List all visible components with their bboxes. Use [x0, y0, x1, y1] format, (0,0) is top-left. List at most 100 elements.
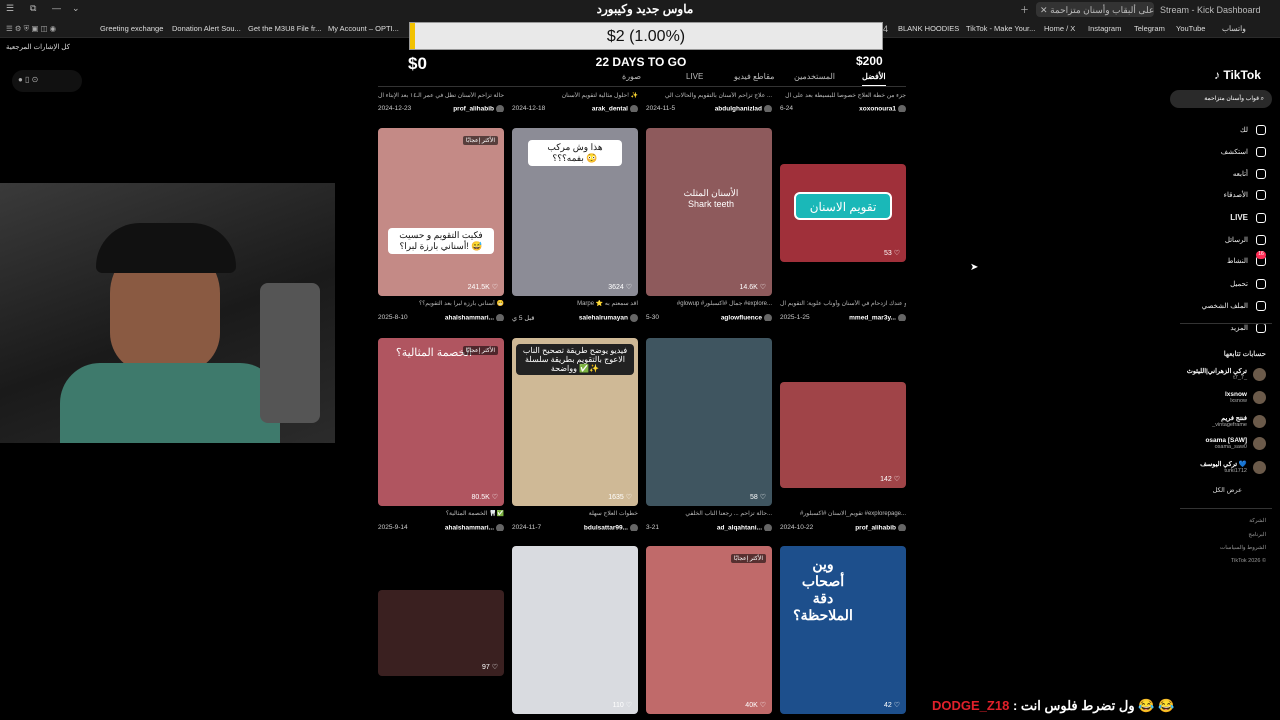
tab-top[interactable]: الأفضل [862, 72, 886, 87]
footer-company[interactable]: الشركة [1249, 518, 1266, 524]
video-card[interactable]: فيديو يوضح طريقة تصحيح الناب الاعوج بالت… [512, 338, 638, 506]
video-author[interactable]: xoxonoura1 [859, 106, 896, 112]
footer-terms[interactable]: الشروط والسياسات [1220, 545, 1266, 551]
video-card[interactable]: هذا وش مركب بفمه؟؟؟ 😳 3624 ♡ [512, 128, 638, 296]
sidebar-item-live[interactable]: LIVE [1230, 213, 1266, 223]
toolbar-icons[interactable]: ☰ ⚙ ⛨ ▣ ◫ ◉ [6, 24, 56, 34]
extension-controls[interactable]: ● ▯ ⊙ [12, 70, 82, 92]
video-caption[interactable]: حالة تزاحم الأسنان تظل في عمر الـ١٤ بعد … [378, 92, 504, 99]
following-account[interactable]: تركي الزهراني|الليثوث t7_7_ [1187, 367, 1266, 381]
author-avatar[interactable] [496, 524, 504, 531]
sidebar-item-upload[interactable]: تحميل [1230, 279, 1266, 289]
author-avatar[interactable] [630, 524, 638, 531]
video-card[interactable]: وين أصحاب دقة الملاحظة؟ 42 ♡ [780, 546, 906, 714]
like-count: 1635 ♡ [608, 494, 632, 501]
video-caption[interactable]: لو عندك ازدحام في الأسنان وأوناب علوية: … [780, 300, 906, 307]
following-account[interactable]: فنتج فريم _vintageframe [1212, 414, 1266, 428]
video-caption[interactable]: #تقويم_الاسنان #اكسبلور #explorepage... [780, 510, 906, 517]
video-author[interactable]: bdulsattar99... [584, 525, 628, 531]
author-avatar[interactable] [630, 314, 638, 322]
video-card[interactable]: الخصمة المثالية؟ الأكثر إعجابًا 80.5K ♡ [378, 338, 504, 506]
video-author[interactable]: ahalshammari... [445, 315, 494, 321]
bookmark-instagram[interactable]: Instagram [1088, 24, 1121, 33]
sidebar-item-more[interactable]: المزيد [1230, 323, 1266, 333]
video-caption[interactable]: خطوات العلاج سهلة [512, 510, 638, 517]
bookmark-donation[interactable]: Donation Alert Sou... [172, 24, 241, 33]
following-account[interactable]: تركي اليوسف 💙 turki1712 [1200, 460, 1266, 474]
video-author[interactable]: arak_dental [592, 106, 628, 112]
tiktok-logo[interactable]: ♪ TikTok [1214, 68, 1261, 82]
following-account[interactable]: lxsnow lxsnow [1225, 391, 1266, 404]
footer-program[interactable]: البرنامج [1248, 532, 1266, 538]
tab-photo[interactable]: صورة [622, 72, 641, 81]
bookmark-whatsapp[interactable]: واتساب [1222, 24, 1246, 33]
video-author[interactable]: ad_alqahtani... [717, 525, 762, 531]
video-date: 2025-9-14 [378, 524, 408, 531]
tab-tiktok-search[interactable]: ✕ اعثر على ألبقاب وأسنان متزاحمة [1036, 2, 1154, 17]
tab-videos[interactable]: مقاطع فيديو [734, 72, 774, 81]
sidebar-item-messages[interactable]: الرسائل [1225, 235, 1266, 245]
video-card[interactable]: الأكثر إعجابًا 40K ♡ [646, 546, 772, 714]
video-caption[interactable]: #glowup #جمال #اكسبلور #explore... [646, 300, 772, 307]
video-card[interactable]: 97 ♡ [378, 590, 504, 676]
chevron-down-icon[interactable]: ⌄ [72, 3, 80, 14]
search-input[interactable]: قواب وأسنان متزاحمة ⌕ [1170, 90, 1272, 108]
author-avatar[interactable] [496, 314, 504, 321]
tab-live[interactable]: LIVE [686, 72, 703, 81]
bookmark-m3u8[interactable]: Get the M3U8 File fr... [248, 24, 321, 33]
bookmark-x[interactable]: Home / X [1044, 24, 1075, 33]
author-avatar[interactable] [496, 105, 504, 112]
video-card[interactable]: الأسنان المثلث Shark teeth 14.6K ♡ [646, 128, 772, 296]
video-caption[interactable]: جزء من خطة العلاج خصوصاً للبسيطة بعد على… [780, 92, 906, 99]
minimize-icon[interactable]: — [52, 3, 61, 13]
sidebar-item-friends[interactable]: الأصدقاء [1224, 190, 1266, 200]
sidebar-item-for-you[interactable]: لك [1240, 125, 1266, 135]
account-avatar [1253, 414, 1266, 428]
video-caption[interactable]: الخصمة المثالية؟ 🦷✅ [378, 510, 504, 517]
window-menu-icon[interactable]: ☰ [6, 3, 14, 14]
sidebar-item-following[interactable]: أتابعه [1233, 169, 1266, 179]
bookmark-telegram[interactable]: Telegram [1134, 24, 1165, 33]
sidebar-item-profile[interactable]: الملف الشخصي [1202, 301, 1266, 311]
video-author[interactable]: aglowfluence [721, 315, 762, 321]
author-avatar[interactable] [898, 314, 906, 321]
tab-users[interactable]: المستخدمين [794, 72, 835, 81]
video-author[interactable]: prof_alihabib [453, 106, 494, 112]
bookmark-tiktok[interactable]: TikTok - Make Your... [966, 24, 1035, 33]
author-avatar[interactable] [898, 524, 906, 531]
video-card[interactable]: فكيت التقويم و حسيت أسناني بارزة لبرا؟! … [378, 128, 504, 296]
close-tab-icon[interactable]: ✕ [1040, 5, 1048, 15]
video-card[interactable]: 110 ♡ [512, 546, 638, 714]
video-author[interactable]: abdulghanizlad [715, 106, 762, 112]
video-author[interactable]: salehalrumayan [579, 315, 628, 322]
show-all-link[interactable]: عرض الكل [1213, 486, 1242, 494]
bookmark-optimum[interactable]: My Account – OPTI... [328, 24, 399, 33]
author-avatar[interactable] [764, 524, 772, 531]
bookmark-hoodies[interactable]: BLANK HOODIES [898, 24, 959, 33]
author-avatar[interactable] [898, 105, 906, 112]
video-date: 5-30 [646, 314, 660, 321]
video-author[interactable]: prof_alihabib [855, 525, 896, 531]
bookmark-greeting[interactable]: Greeting exchange [100, 24, 163, 33]
video-card[interactable]: حالة ميلان الأسنان الامامية بسبب تزاحم ف… [780, 382, 906, 488]
video-caption[interactable]: حالة تزاحم ... رجعنا الناب الخلفي... [646, 510, 772, 517]
video-author[interactable]: ahalshammari... [445, 525, 494, 531]
author-avatar[interactable] [764, 105, 772, 112]
author-avatar[interactable] [630, 105, 638, 112]
video-card[interactable]: تقويم الاسنان 53 ♡ [780, 164, 906, 262]
author-avatar[interactable] [764, 314, 772, 321]
following-account[interactable]: osama [SAW] osama_saw0 [1205, 437, 1266, 450]
tab-kick-dashboard[interactable]: Stream - Kick Dashboard [1160, 5, 1261, 15]
video-caption[interactable]: Marpe ⭐ اقد سمعتم به [512, 300, 638, 307]
bookmark-youtube[interactable]: YouTube [1176, 24, 1205, 33]
bookmark-folder[interactable]: كل الإشارات المرجعية [6, 43, 70, 51]
new-window-icon[interactable]: ⧉ [30, 3, 36, 14]
search-icon[interactable]: ⌕ [1261, 96, 1264, 102]
video-author[interactable]: mmed_mar3y... [849, 315, 896, 321]
video-caption[interactable]: علاج تزاحم الأسنان بالتقويم والحالات الي… [646, 92, 772, 99]
sidebar-item-explore[interactable]: استكشف [1221, 147, 1266, 157]
video-caption[interactable]: أسناني بارزة لبرا بعد التقويم؟؟ 😬 [378, 300, 504, 307]
video-caption[interactable]: حلول مثالية لتقويم الأسنان! ✨ [512, 92, 638, 99]
video-card[interactable]: 58 ♡ [646, 338, 772, 506]
new-tab-icon[interactable]: ＋ [1020, 3, 1029, 16]
